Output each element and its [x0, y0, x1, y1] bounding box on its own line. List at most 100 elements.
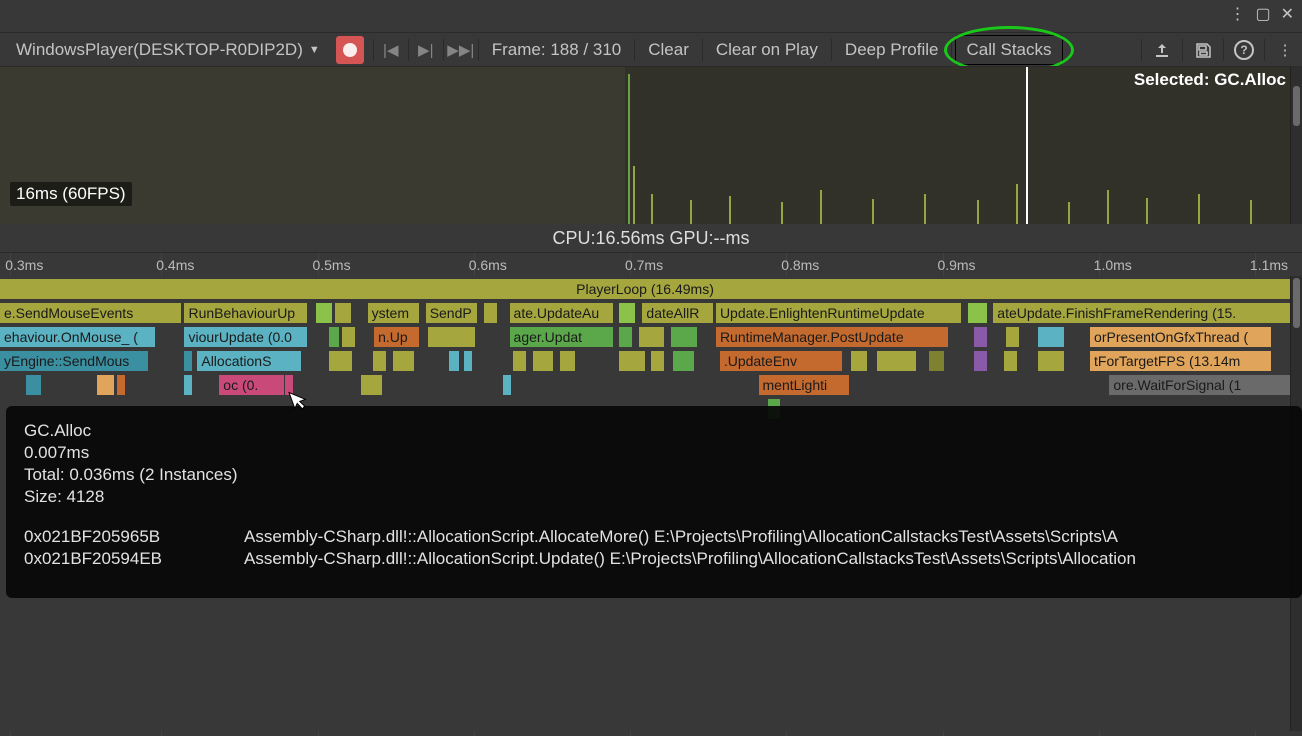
context-menu-button[interactable]: ⋮ — [1268, 36, 1302, 64]
target-label: WindowsPlayer(DESKTOP-R0DIP2D) — [16, 40, 303, 60]
load-button[interactable] — [1145, 36, 1179, 64]
timeline-bar-playerloop[interactable]: PlayerLoop (16.49ms) — [0, 279, 1290, 299]
help-icon: ? — [1234, 40, 1254, 60]
timeline-bar[interactable]: Update.EnlightenRuntimeUpdate — [716, 303, 961, 323]
timeline-bar[interactable] — [619, 351, 645, 371]
timeline-bar[interactable]: dateAllR — [642, 303, 713, 323]
timeline-bar[interactable] — [513, 351, 526, 371]
timeline-bar[interactable]: ate.UpdateAu — [510, 303, 613, 323]
timeline-bar[interactable] — [428, 327, 474, 347]
timeline-bar[interactable] — [929, 351, 944, 371]
timeline-bar[interactable]: oc (0. — [219, 375, 284, 395]
save-icon — [1194, 41, 1212, 59]
timeline-bar[interactable]: ager.Updat — [510, 327, 613, 347]
stack-row: 0x021BF205965B Assembly-CSharp.dll!::All… — [24, 526, 1284, 548]
clear-on-play-button[interactable]: Clear on Play — [706, 36, 828, 64]
help-button[interactable]: ? — [1227, 36, 1261, 64]
record-button[interactable] — [336, 36, 364, 64]
timeline-bar[interactable]: AllocationS — [197, 351, 300, 371]
frame-counter: Frame: 188 / 310 — [482, 36, 631, 64]
record-icon — [343, 43, 357, 57]
overview-scrollbar[interactable] — [1290, 66, 1302, 224]
timeline-bar[interactable] — [1006, 327, 1019, 347]
timeline-bar[interactable] — [1004, 351, 1017, 371]
selection-tooltip: GC.Alloc 0.007ms Total: 0.036ms (2 Insta… — [6, 406, 1302, 598]
timeline-bar[interactable] — [97, 375, 114, 395]
timeline-bar[interactable]: tForTargetFPS (13.14m — [1090, 351, 1271, 371]
timeline-bar[interactable] — [1038, 351, 1064, 371]
timeline-bar[interactable] — [393, 351, 414, 371]
timeline-bar[interactable] — [373, 351, 386, 371]
timeline-bar[interactable] — [316, 303, 331, 323]
timeline-bar[interactable]: orPresentOnGfxThread ( — [1090, 327, 1271, 347]
timeline-bar[interactable] — [335, 303, 350, 323]
kebab-menu-icon[interactable]: ⋮ — [1229, 4, 1245, 24]
target-dropdown[interactable]: WindowsPlayer(DESKTOP-R0DIP2D) ▼ — [6, 36, 330, 64]
timeline-bar[interactable] — [974, 327, 987, 347]
timeline-bar[interactable] — [968, 303, 987, 323]
timeline-bar[interactable] — [877, 351, 916, 371]
timeline-bar[interactable]: mentLighti — [759, 375, 849, 395]
fps-label: 16ms (60FPS) — [10, 182, 132, 206]
timeline-bar[interactable]: ehaviour.OnMouse_ ( — [0, 327, 155, 347]
timeline-bar[interactable] — [184, 351, 192, 371]
timeline-bar[interactable] — [533, 351, 554, 371]
frame-first-button[interactable]: |◀ — [377, 36, 405, 64]
timeline-bar[interactable]: ystem — [368, 303, 420, 323]
stack-sym: Assembly-CSharp.dll!::AllocationScript.U… — [244, 548, 1136, 570]
close-icon[interactable]: ✕ — [1281, 4, 1294, 24]
load-icon — [1153, 41, 1171, 59]
timeline-bar[interactable] — [26, 375, 41, 395]
frame-cursor[interactable] — [1026, 67, 1028, 224]
timeline-bar[interactable] — [329, 351, 352, 371]
clear-button[interactable]: Clear — [638, 36, 699, 64]
timeline-bar[interactable]: ore.WaitForSignal (1 — [1109, 375, 1290, 395]
timeline-bar[interactable] — [342, 327, 355, 347]
timeline-bar[interactable] — [329, 327, 339, 347]
timeline-bar[interactable] — [1038, 327, 1064, 347]
profiler-toolbar: WindowsPlayer(DESKTOP-R0DIP2D) ▼ |◀ ▶| ▶… — [0, 32, 1302, 66]
timeline-bar[interactable]: .UpdateEnv — [720, 351, 843, 371]
call-stacks-label: Call Stacks — [966, 40, 1051, 59]
maximize-icon[interactable]: ▢ — [1255, 4, 1270, 24]
timeline-bar[interactable] — [974, 351, 987, 371]
timeline-bar[interactable] — [117, 375, 125, 395]
timeline-bar[interactable]: SendP — [426, 303, 478, 323]
timeline-bar[interactable] — [671, 327, 697, 347]
timeline-bar[interactable] — [673, 351, 694, 371]
frame-last-button[interactable]: ▶▶| — [447, 36, 475, 64]
save-button[interactable] — [1186, 36, 1220, 64]
timeline-bar[interactable]: RuntimeManager.PostUpdate — [716, 327, 948, 347]
timeline-bar[interactable]: yEngine::SendMous — [0, 351, 148, 371]
timeline-bar[interactable] — [619, 303, 634, 323]
timeline-bar[interactable] — [851, 351, 866, 371]
timeline-bar[interactable] — [464, 351, 472, 371]
call-stacks-button[interactable]: Call Stacks — [955, 35, 1062, 65]
timeline-bar[interactable]: RunBehaviourUp — [184, 303, 307, 323]
deep-profile-button[interactable]: Deep Profile — [835, 36, 949, 64]
timeline-ruler: 0.3ms 0.4ms 0.5ms 0.6ms 0.7ms 0.8ms 0.9m… — [0, 252, 1302, 276]
timeline-bar[interactable]: viourUpdate (0.0 — [184, 327, 307, 347]
stack-row: 0x021BF20594EB Assembly-CSharp.dll!::All… — [24, 548, 1284, 570]
timeline-bar[interactable] — [651, 351, 664, 371]
stack-addr: 0x021BF20594EB — [24, 548, 204, 570]
timeline-bar[interactable] — [639, 327, 665, 347]
stack-sym: Assembly-CSharp.dll!::AllocationScript.A… — [244, 526, 1118, 548]
timeline-bar[interactable]: n.Up — [374, 327, 419, 347]
cpu-gpu-summary: CPU:16.56ms GPU:--ms — [0, 224, 1302, 252]
timeline-bar[interactable] — [503, 375, 511, 395]
chevron-down-icon: ▼ — [309, 44, 320, 56]
timeline-bar[interactable] — [560, 351, 575, 371]
timeline-bar[interactable] — [484, 303, 497, 323]
overview-chart[interactable] — [0, 66, 1302, 224]
timeline-bar[interactable] — [361, 375, 382, 395]
tooltip-time: 0.007ms — [24, 442, 1284, 464]
frame-prev-button[interactable]: ▶| — [412, 36, 440, 64]
timeline-bar[interactable] — [619, 327, 632, 347]
tooltip-title: GC.Alloc — [24, 420, 1284, 442]
timeline-bar[interactable]: ateUpdate.FinishFrameRendering (15. — [993, 303, 1290, 323]
timeline-bar[interactable] — [449, 351, 459, 371]
tooltip-total: Total: 0.036ms (2 Instances) — [24, 464, 1284, 486]
timeline-bar[interactable]: e.SendMouseEvents — [0, 303, 181, 323]
timeline-bar[interactable] — [184, 375, 192, 395]
